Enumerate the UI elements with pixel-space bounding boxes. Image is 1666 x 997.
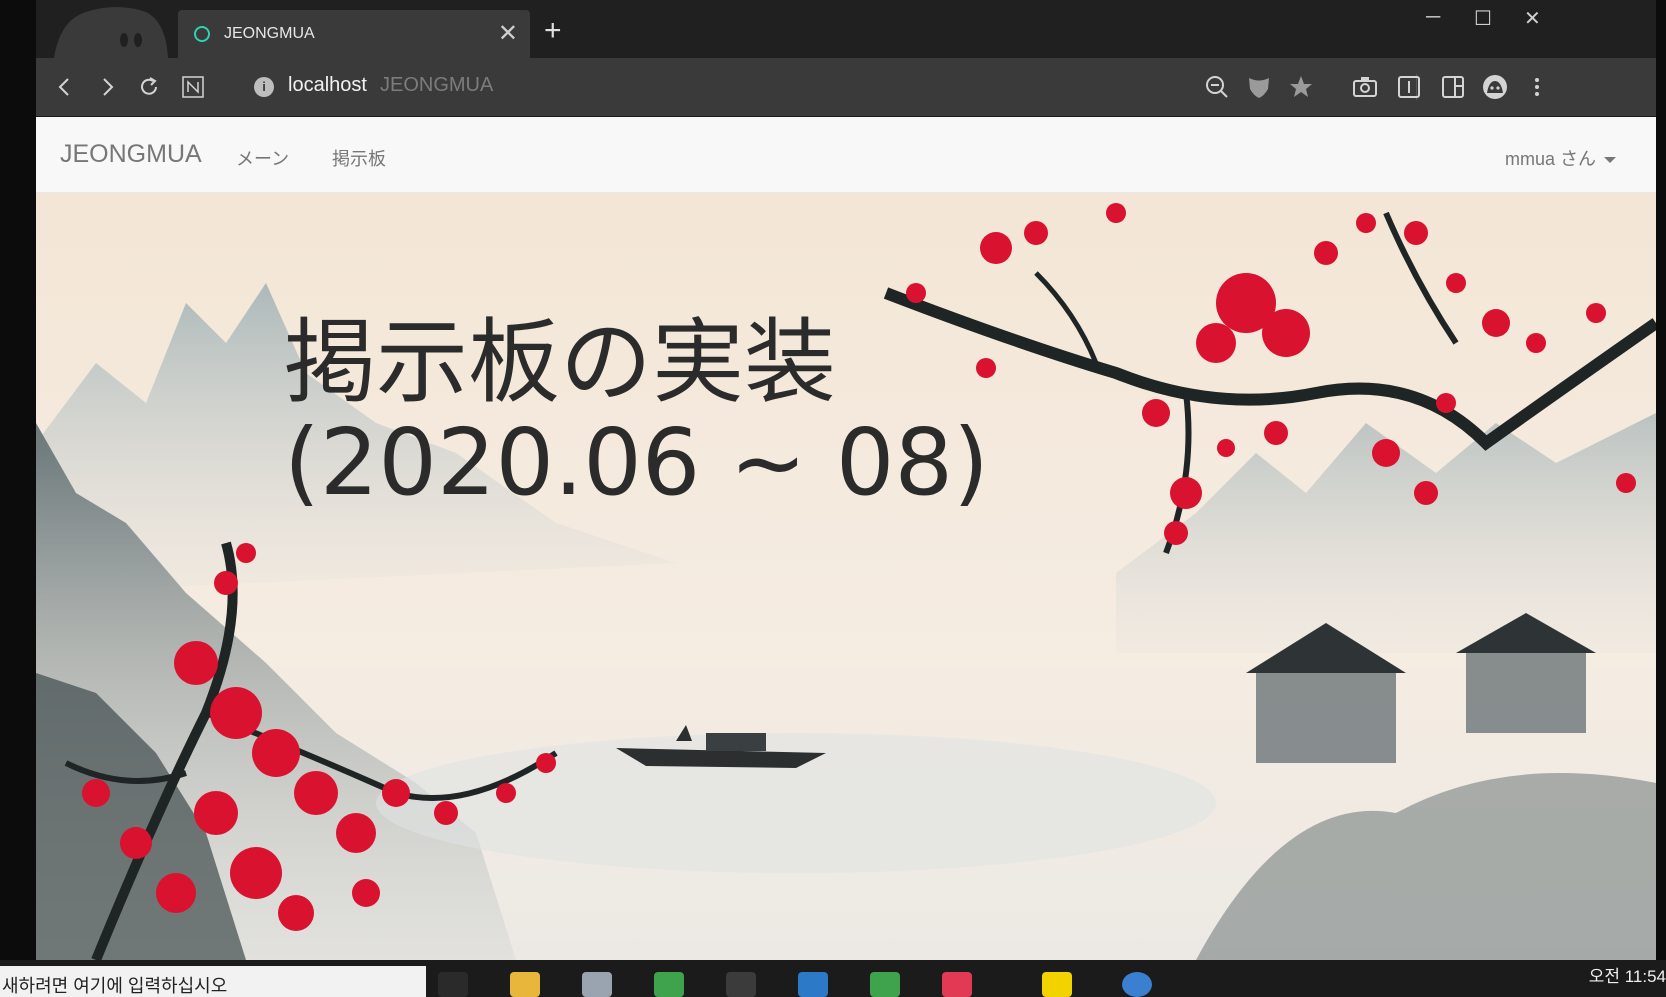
browser-menu-button[interactable] (1520, 70, 1554, 104)
database-app-icon[interactable] (582, 972, 612, 997)
user-name: mmua さん (1504, 149, 1596, 169)
reader-view-button[interactable] (1392, 70, 1426, 104)
web-page: JEONGMUA メーン 掲示板 mmua さん 掲示板の実装 (2020.06… (36, 117, 1656, 960)
sidebar-icon (1442, 76, 1464, 98)
taskbar-search-input[interactable]: 새하려면 여기에 입력하십시오 (0, 966, 426, 997)
kakaotalk-icon[interactable] (1042, 972, 1072, 997)
notes-button[interactable] (176, 70, 210, 104)
reload-button[interactable] (132, 70, 166, 104)
profile-button[interactable] (1478, 70, 1512, 104)
hero-title-line-1: 掲示板の実装 (284, 309, 837, 416)
browser-window: JEONGMUA ✕ + ─ ☐ ✕ i localhost JEONGMUA (36, 0, 1656, 960)
app-green-2-icon[interactable] (870, 972, 900, 997)
chevron-right-icon (103, 78, 114, 96)
bookmark-button[interactable] (1284, 70, 1318, 104)
minimize-icon[interactable]: ─ (1426, 6, 1440, 29)
reload-icon (141, 77, 157, 95)
forward-button[interactable] (90, 70, 124, 104)
hero-banner: 掲示板の実装 (2020.06 ~ 08) (36, 193, 1656, 960)
nav-link-board[interactable]: 掲示板 (332, 145, 386, 171)
tab-favicon-icon (194, 26, 210, 42)
hero-title-line-2: (2020.06 ~ 08) (284, 409, 989, 516)
site-info-icon[interactable]: i (254, 77, 274, 97)
tab-active[interactable]: JEONGMUA ✕ (178, 10, 530, 58)
user-dropdown[interactable]: mmua さん (1505, 145, 1616, 171)
zoom-button[interactable] (1200, 70, 1234, 104)
app-blue-icon[interactable] (1122, 972, 1152, 997)
close-tab-icon[interactable]: ✕ (498, 22, 518, 46)
shield-icon (1249, 78, 1269, 98)
reader-view-icon (1398, 76, 1420, 98)
vivaldi-browser-icon[interactable] (942, 972, 972, 997)
maximize-icon[interactable]: ☐ (1474, 6, 1492, 31)
tab-bar: JEONGMUA ✕ + ─ ☐ ✕ (36, 0, 1656, 58)
os-taskbar: 새하려면 여기에 입력하십시오 오전 11:54 (0, 960, 1666, 997)
hero-title: 掲示板の実装 (2020.06 ~ 08) (284, 313, 989, 513)
kebab-menu-icon (1535, 78, 1539, 96)
sublime-text-icon[interactable] (726, 972, 756, 997)
browser-logo-icon (54, 7, 168, 58)
chevron-left-icon (58, 78, 69, 96)
zoom-out-icon (1206, 76, 1228, 98)
tab-title: JEONGMUA (224, 25, 315, 42)
tracker-blocker-button[interactable] (1242, 70, 1276, 104)
caret-down-icon (1604, 157, 1616, 164)
address-page-title[interactable]: JEONGMUA (380, 74, 493, 97)
star-icon (1290, 76, 1312, 97)
notes-icon (182, 76, 204, 98)
file-explorer-icon[interactable] (510, 972, 540, 997)
app-green-icon[interactable] (654, 972, 684, 997)
close-window-icon[interactable]: ✕ (1524, 6, 1541, 31)
task-view-icon[interactable] (438, 972, 468, 997)
taskbar-clock[interactable]: 오전 11:54 (1589, 962, 1666, 987)
new-tab-button[interactable]: + (544, 16, 562, 46)
profile-avatar-icon (1483, 75, 1507, 99)
site-brand[interactable]: JEONGMUA (60, 140, 202, 169)
hero-background-image (36, 193, 1656, 960)
address-host[interactable]: localhost (288, 74, 367, 97)
sidebar-button[interactable] (1436, 70, 1470, 104)
site-navbar: JEONGMUA メーン 掲示板 mmua さん (36, 117, 1656, 193)
capture-button[interactable] (1348, 70, 1382, 104)
back-button[interactable] (48, 70, 82, 104)
browser-toolbar: i localhost JEONGMUA (36, 58, 1656, 117)
vscode-icon[interactable] (798, 972, 828, 997)
camera-icon (1353, 77, 1377, 97)
nav-link-main[interactable]: メーン (236, 145, 289, 171)
